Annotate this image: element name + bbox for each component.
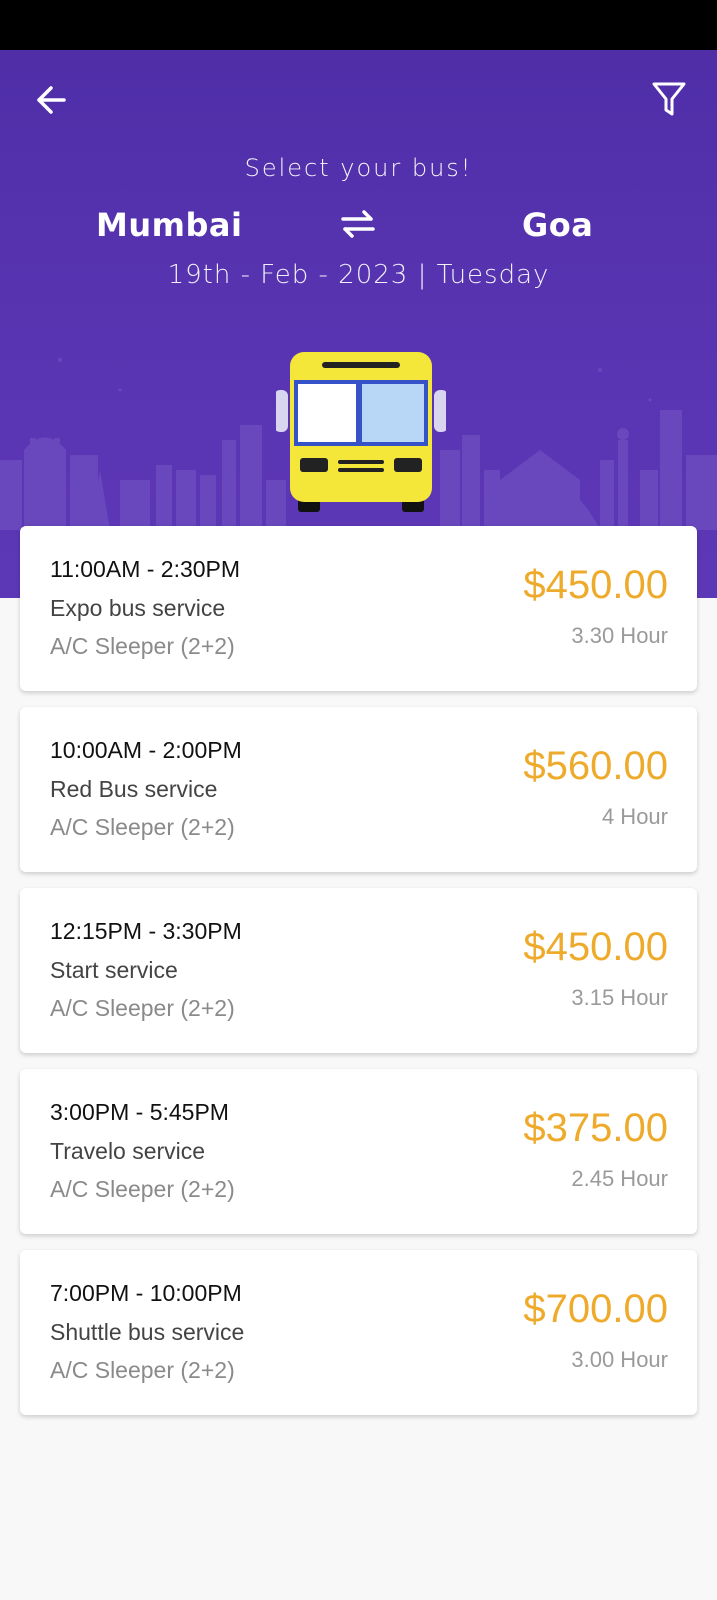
ticket-price: $375.00: [523, 1106, 668, 1150]
bus-card[interactable]: 10:00AM - 2:00PM Red Bus service A/C Sle…: [20, 707, 697, 872]
departure-arrival-time: 11:00AM - 2:30PM: [50, 556, 241, 582]
bus-operator-name: Start service: [50, 957, 178, 983]
departure-arrival-time: 12:15PM - 3:30PM: [50, 918, 242, 944]
bus-operator-name: Travelo service: [50, 1138, 206, 1164]
bus-illustration: [276, 352, 446, 512]
trip-duration: 2.45 Hour: [571, 1166, 668, 1191]
to-city: Goa: [522, 206, 594, 244]
bus-operator-name: Expo bus service: [50, 595, 226, 621]
departure-arrival-time: 3:00PM - 5:45PM: [50, 1099, 229, 1125]
back-button[interactable]: [21, 70, 81, 130]
swap-cities-button[interactable]: [336, 202, 380, 246]
bus-operator-name: Red Bus service: [50, 776, 218, 802]
trip-duration: 3.30 Hour: [571, 623, 668, 648]
bus-seat-type: A/C Sleeper (2+2): [50, 1176, 235, 1202]
travel-date: 19th - Feb - 2023 | Tuesday: [167, 260, 550, 290]
trip-duration: 4 Hour: [601, 804, 668, 829]
bus-seat-type: A/C Sleeper (2+2): [50, 814, 235, 840]
bus-list: 11:00AM - 2:30PM Expo bus service A/C Sl…: [20, 526, 697, 1431]
swap-arrows-icon: [341, 210, 375, 238]
trip-duration: 3.00 Hour: [571, 1347, 668, 1372]
ticket-price: $700.00: [523, 1287, 668, 1331]
bus-operator-name: Shuttle bus service: [50, 1319, 245, 1345]
trip-duration: 3.15 Hour: [571, 985, 668, 1010]
departure-arrival-time: 7:00PM - 10:00PM: [50, 1280, 242, 1306]
page-subtitle: Select your bus!: [244, 154, 473, 182]
bus-card[interactable]: 7:00PM - 10:00PM Shuttle bus service A/C…: [20, 1250, 697, 1415]
bus-seat-type: A/C Sleeper (2+2): [50, 1357, 235, 1383]
bus-seat-type: A/C Sleeper (2+2): [50, 633, 235, 659]
departure-arrival-time: 10:00AM - 2:00PM: [50, 737, 242, 763]
from-city: Mumbai: [96, 206, 243, 244]
status-bar: [0, 0, 717, 50]
bus-seat-type: A/C Sleeper (2+2): [50, 995, 235, 1021]
header: Select your bus! Mumbai Goa 19th - Feb -…: [0, 50, 717, 598]
ticket-price: $560.00: [523, 744, 668, 788]
ticket-price: $450.00: [523, 925, 668, 969]
bus-card[interactable]: 3:00PM - 5:45PM Travelo service A/C Slee…: [20, 1069, 697, 1234]
filter-icon: [652, 82, 686, 116]
arrow-left-icon: [37, 86, 66, 114]
ticket-price: $450.00: [523, 563, 668, 607]
bus-card[interactable]: 11:00AM - 2:30PM Expo bus service A/C Sl…: [20, 526, 697, 691]
bus-card[interactable]: 12:15PM - 3:30PM Start service A/C Sleep…: [20, 888, 697, 1053]
filter-button[interactable]: [639, 70, 699, 130]
